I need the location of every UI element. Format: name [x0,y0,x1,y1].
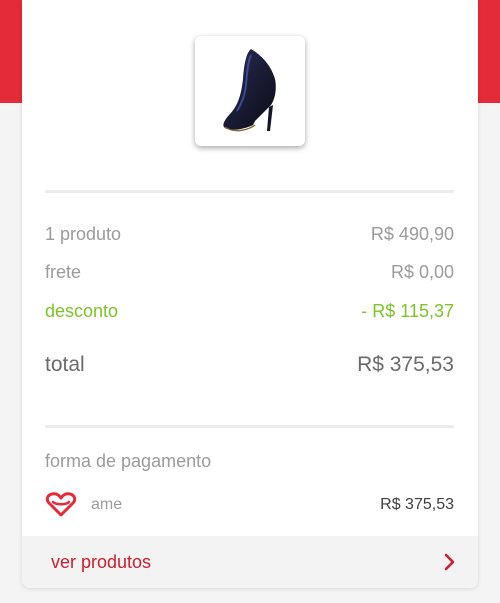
view-products-button[interactable]: ver produtos [22,536,478,588]
total-row: total R$ 375,53 [45,353,454,377]
shipping-row: frete R$ 0,00 [45,262,454,283]
ame-heart-icon [45,492,77,517]
divider [45,190,454,193]
discount-label: desconto [45,301,119,321]
payment-method-label: ame [91,496,123,513]
divider [45,425,454,428]
shipping-value: R$ 0,00 [390,262,454,282]
items-value: R$ 490,90 [370,224,454,244]
items-label: 1 produto [45,224,122,244]
total-label: total [45,353,85,376]
product-thumbnail[interactable] [195,36,305,146]
chevron-right-icon [444,553,455,571]
discount-value: - R$ 115,37 [361,301,454,321]
discount-row: desconto - R$ 115,37 [45,301,454,322]
total-value: R$ 375,53 [357,353,454,376]
shipping-label: frete [45,262,82,282]
view-products-label: ver produtos [51,551,152,572]
items-row: 1 produto R$ 490,90 [45,224,454,245]
order-summary-card: 1 produto R$ 490,90 frete R$ 0,00 descon… [22,0,478,588]
payment-amount: R$ 375,53 [380,496,454,513]
payment-method-row: ame R$ 375,53 [45,490,454,520]
high-heel-shoe-icon [223,49,276,132]
payment-section-title: forma de pagamento [45,451,212,471]
